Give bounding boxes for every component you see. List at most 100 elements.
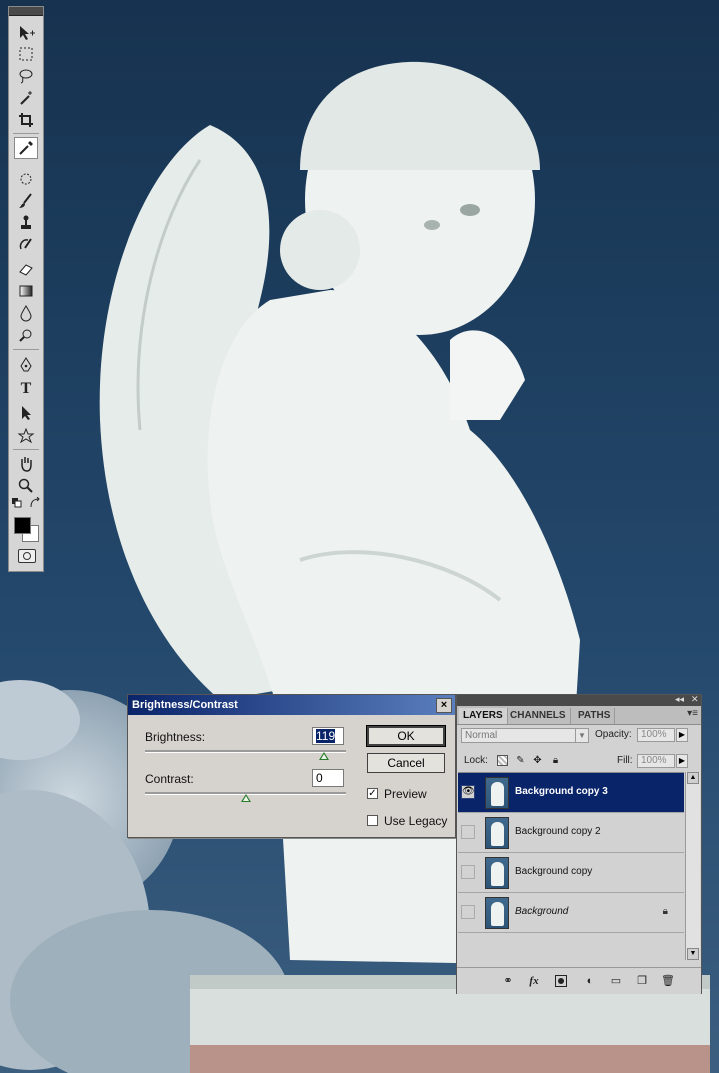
shape-tool-icon[interactable] bbox=[14, 426, 38, 446]
tools-separator bbox=[13, 133, 39, 134]
layer-row-background-copy-3[interactable]: 👁︎ Background copy 3 bbox=[458, 773, 684, 813]
tab-channels[interactable]: CHANNELS bbox=[506, 708, 571, 724]
lock-image-pixels-icon[interactable]: ✎ bbox=[515, 755, 526, 766]
fill-input[interactable]: 100% bbox=[637, 754, 675, 768]
clone-stamp-tool-icon[interactable] bbox=[14, 213, 38, 233]
layer-thumbnail bbox=[485, 817, 509, 849]
marquee-tool-icon[interactable] bbox=[14, 44, 38, 64]
chevron-down-icon: ▼ bbox=[575, 729, 588, 742]
layer-thumbnail bbox=[485, 897, 509, 929]
use-legacy-label: Use Legacy bbox=[384, 814, 448, 828]
layers-bottom-toolbar: ⚭ fx ◐ ▭ ❐ 🗑︎ bbox=[457, 967, 701, 994]
layer-name: Background copy bbox=[515, 866, 593, 877]
lock-all-icon[interactable]: 🔒︎ bbox=[550, 755, 561, 766]
panel-menu-icon[interactable]: ▾≡ bbox=[687, 708, 698, 719]
tools-panel: T bbox=[8, 6, 44, 572]
tab-layers[interactable]: LAYERS bbox=[459, 708, 508, 724]
ok-button[interactable]: OK bbox=[366, 725, 446, 747]
quick-mask-icon[interactable] bbox=[18, 549, 36, 563]
cancel-button[interactable]: Cancel bbox=[367, 753, 445, 773]
eyedropper-tool-icon[interactable] bbox=[14, 137, 38, 159]
lock-label: Lock: bbox=[464, 755, 488, 766]
type-tool-icon[interactable]: T bbox=[14, 379, 38, 399]
layer-row-background[interactable]: Background 🔒︎ bbox=[458, 893, 684, 933]
mask-icon[interactable] bbox=[555, 975, 567, 987]
opacity-value: 100% bbox=[641, 729, 667, 740]
panel-tabs: LAYERS CHANNELS PATHS ▾≡ bbox=[457, 706, 701, 725]
history-brush-tool-icon[interactable] bbox=[14, 235, 38, 255]
layers-scrollbar[interactable]: ▲ ▼ bbox=[685, 772, 700, 960]
layer-name: Background copy 2 bbox=[515, 826, 601, 837]
path-selection-tool-icon[interactable] bbox=[14, 403, 38, 423]
contrast-slider-thumb[interactable] bbox=[241, 794, 251, 802]
layers-list: 👁︎ Background copy 3 Background copy 2 B… bbox=[458, 772, 684, 961]
visibility-toggle[interactable] bbox=[461, 825, 475, 839]
panel-titlebar[interactable]: ◂◂ ✕ bbox=[457, 694, 701, 706]
adjustment-icon[interactable]: ◐ bbox=[583, 974, 597, 988]
default-colors-icon[interactable] bbox=[11, 497, 23, 509]
layers-panel: ◂◂ ✕ LAYERS CHANNELS PATHS ▾≡ Normal ▼ O… bbox=[456, 694, 702, 994]
fill-value: 100% bbox=[641, 755, 667, 766]
tab-paths[interactable]: PATHS bbox=[574, 708, 616, 724]
blend-mode-value: Normal bbox=[465, 730, 498, 741]
fill-label: Fill: bbox=[617, 755, 633, 766]
visibility-toggle[interactable] bbox=[461, 905, 475, 919]
layer-name: Background bbox=[515, 906, 569, 917]
swap-colors-icon[interactable] bbox=[29, 497, 41, 509]
visibility-toggle[interactable] bbox=[461, 865, 475, 879]
gradient-tool-icon[interactable] bbox=[14, 281, 38, 301]
link-icon[interactable]: ⚭ bbox=[501, 974, 515, 988]
use-legacy-checkbox[interactable] bbox=[367, 815, 378, 826]
blend-mode-select[interactable]: Normal ▼ bbox=[461, 728, 589, 743]
scroll-down-icon[interactable]: ▼ bbox=[687, 948, 699, 960]
brightness-slider-track[interactable] bbox=[145, 750, 346, 753]
preview-label: Preview bbox=[384, 787, 427, 801]
magic-wand-tool-icon[interactable] bbox=[14, 88, 38, 108]
new-layer-icon[interactable]: ❐ bbox=[635, 974, 649, 988]
lasso-tool-icon[interactable] bbox=[14, 66, 38, 86]
foreground-color-swatch[interactable] bbox=[14, 517, 31, 534]
lock-position-icon[interactable]: ✥ bbox=[532, 755, 543, 766]
brightness-label: Brightness: bbox=[145, 730, 206, 744]
hand-tool-icon[interactable] bbox=[14, 454, 38, 474]
fx-icon[interactable]: fx bbox=[527, 974, 541, 988]
contrast-value: 0 bbox=[316, 771, 323, 785]
opacity-input[interactable]: 100% bbox=[637, 728, 675, 742]
crop-tool-icon[interactable] bbox=[14, 110, 38, 130]
brightness-contrast-dialog: Brightness/Contrast × Brightness: 119 Co… bbox=[127, 694, 456, 838]
trash-icon[interactable]: 🗑︎ bbox=[661, 974, 675, 988]
tools-panel-grip[interactable] bbox=[9, 7, 43, 16]
fill-slider-toggle-icon[interactable]: ▶ bbox=[676, 754, 688, 768]
opacity-slider-toggle-icon[interactable]: ▶ bbox=[676, 728, 688, 742]
healing-brush-tool-icon[interactable] bbox=[14, 169, 38, 189]
brush-tool-icon[interactable] bbox=[14, 191, 38, 211]
blur-tool-icon[interactable] bbox=[14, 303, 38, 323]
scroll-up-icon[interactable]: ▲ bbox=[687, 772, 699, 784]
tools-separator bbox=[13, 449, 39, 450]
collapse-panel-icon[interactable]: ◂◂ bbox=[675, 694, 684, 705]
contrast-input[interactable]: 0 bbox=[312, 769, 344, 787]
contrast-label: Contrast: bbox=[145, 772, 194, 786]
layer-row-background-copy-2[interactable]: Background copy 2 bbox=[458, 813, 684, 853]
dialog-title: Brightness/Contrast bbox=[132, 699, 238, 711]
layer-thumbnail bbox=[485, 777, 509, 809]
pen-tool-icon[interactable] bbox=[14, 355, 38, 375]
close-panel-icon[interactable]: ✕ bbox=[691, 694, 699, 705]
eye-icon[interactable]: 👁︎ bbox=[461, 785, 475, 799]
brightness-input[interactable]: 119 bbox=[312, 727, 344, 745]
brightness-value: 119 bbox=[316, 729, 336, 743]
dialog-titlebar[interactable]: Brightness/Contrast × bbox=[128, 695, 455, 715]
preview-checkbox[interactable]: ✓ bbox=[367, 788, 378, 799]
dodge-tool-icon[interactable] bbox=[14, 325, 38, 345]
layer-thumbnail bbox=[485, 857, 509, 889]
opacity-label: Opacity: bbox=[595, 729, 632, 740]
group-folder-icon[interactable]: ▭ bbox=[609, 974, 623, 988]
eraser-tool-icon[interactable] bbox=[14, 259, 38, 279]
dialog-close-button[interactable]: × bbox=[436, 698, 452, 713]
move-tool-icon[interactable] bbox=[14, 23, 38, 43]
lock-transparent-pixels-icon[interactable] bbox=[497, 755, 508, 766]
layer-name: Background copy 3 bbox=[515, 786, 608, 797]
zoom-tool-icon[interactable] bbox=[14, 476, 38, 496]
brightness-slider-thumb[interactable] bbox=[319, 752, 329, 760]
layer-row-background-copy[interactable]: Background copy bbox=[458, 853, 684, 893]
